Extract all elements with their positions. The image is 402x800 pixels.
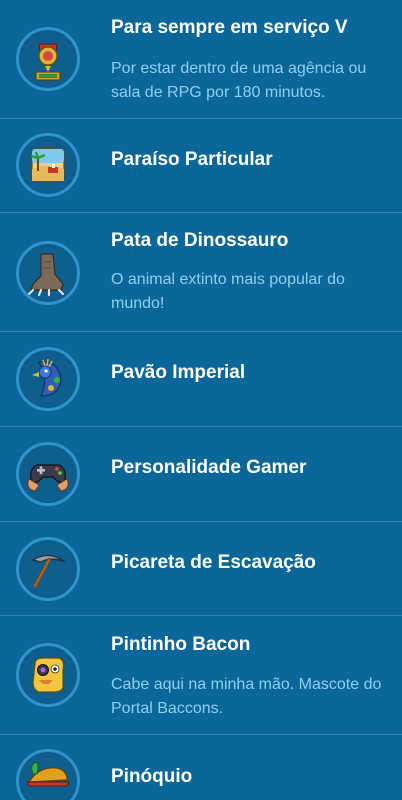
badge-name: Pintinho Bacon xyxy=(111,634,251,655)
dinosaur-foot-icon xyxy=(16,241,80,305)
bacon-chick-icon xyxy=(16,643,80,707)
badge-row[interactable]: Pinóquio xyxy=(0,735,402,800)
badge-row[interactable]: Paraíso Particular xyxy=(0,119,402,213)
badge-name: Personalidade Gamer xyxy=(111,457,307,478)
badge-name: Pavão Imperial xyxy=(111,362,246,383)
badge-description: Cabe aqui na minha mão. Mascote do Porta… xyxy=(111,676,382,717)
badge-name: Para sempre em serviço V xyxy=(111,17,348,38)
badge-row[interactable]: Para sempre em serviço V Por estar dentr… xyxy=(0,0,402,119)
pinocchio-hat-icon xyxy=(16,749,80,800)
badge-name: Pinóquio xyxy=(111,766,193,787)
badge-row[interactable]: Pintinho Bacon Cabe aqui na minha mão. M… xyxy=(0,616,402,735)
beach-island-icon xyxy=(16,133,80,197)
badge-row[interactable]: Pavão Imperial xyxy=(0,332,402,427)
badge-name: Paraíso Particular xyxy=(111,149,273,170)
pickaxe-icon xyxy=(16,537,80,601)
peacock-icon xyxy=(16,347,80,411)
badge-row[interactable]: Pata de Dinossauro O animal extinto mais… xyxy=(0,213,402,332)
badge-name: Picareta de Escavação xyxy=(111,552,316,573)
badge-row[interactable]: Picareta de Escavação xyxy=(0,522,402,616)
service-medal-icon xyxy=(16,27,80,91)
game-controller-icon xyxy=(16,442,80,506)
badge-name: Pata de Dinossauro xyxy=(111,230,289,251)
badge-row[interactable]: Personalidade Gamer xyxy=(0,427,402,522)
badge-description: O animal extinto mais popular do mundo! xyxy=(111,271,345,312)
badge-description: Por estar dentro de uma agência ou sala … xyxy=(111,60,367,101)
badge-list: Para sempre em serviço V Por estar dentr… xyxy=(0,0,402,800)
